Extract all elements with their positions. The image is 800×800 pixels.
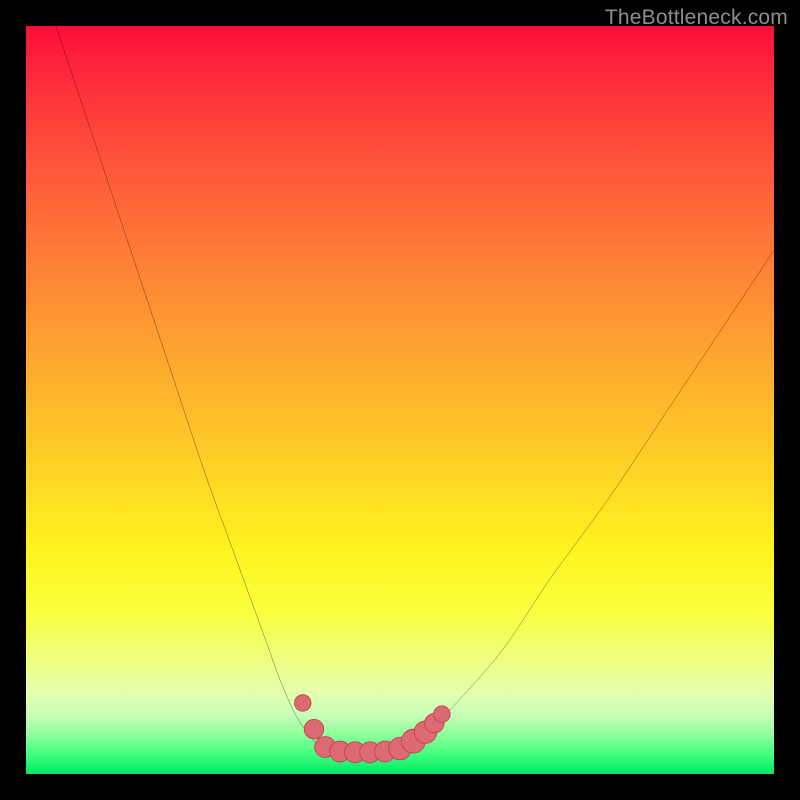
watermark-text: TheBottleneck.com xyxy=(605,6,788,30)
bottleneck-curve xyxy=(56,26,774,753)
highlight-marker xyxy=(434,706,450,722)
highlight-marker xyxy=(295,695,311,711)
plot-svg xyxy=(26,26,774,774)
highlighted-points-group xyxy=(295,695,451,763)
highlight-marker xyxy=(304,719,323,738)
plot-area xyxy=(26,26,774,774)
chart-stage: TheBottleneck.com xyxy=(0,0,800,800)
